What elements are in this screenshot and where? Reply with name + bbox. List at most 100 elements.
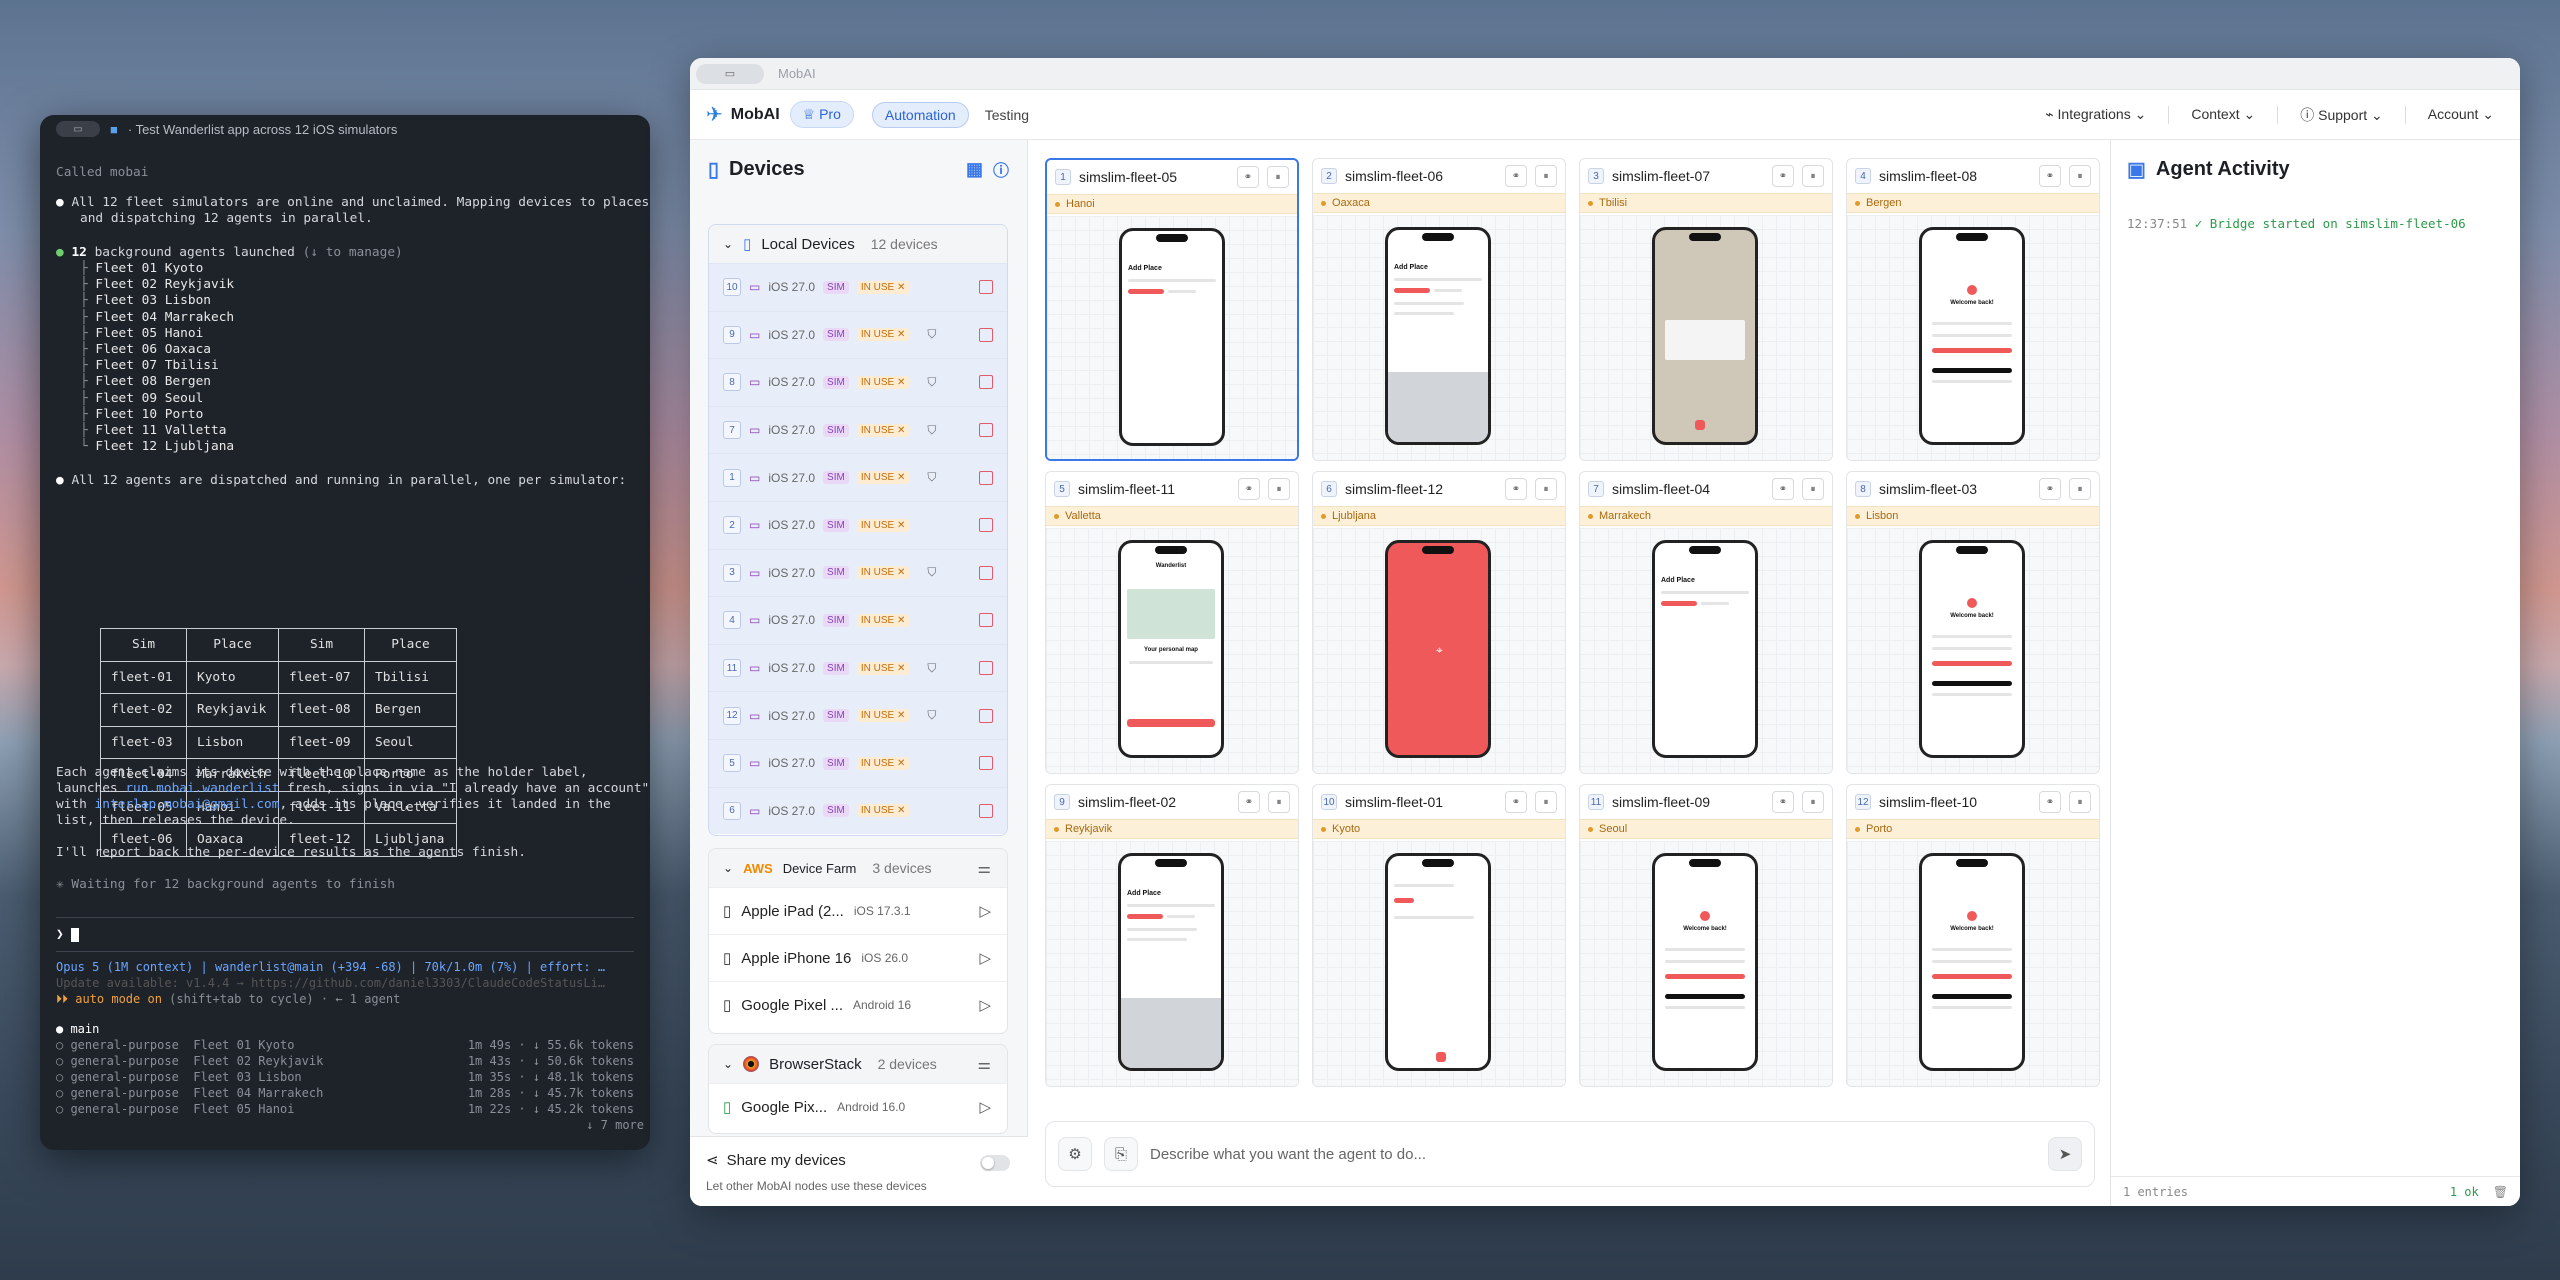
in-use-badge[interactable]: IN USE ✕ — [856, 328, 910, 342]
select-checkbox[interactable] — [979, 803, 993, 818]
support-menu[interactable]: ⓘ Support ⌄ — [2300, 105, 2383, 125]
tab-automation[interactable]: Automation — [871, 101, 969, 128]
select-checkbox[interactable] — [979, 470, 993, 485]
in-use-badge[interactable]: IN USE ✕ — [856, 709, 910, 723]
play-icon[interactable]: ▷ — [979, 949, 991, 967]
phone-screen[interactable]: Welcome back! — [1919, 853, 2025, 1071]
account-menu[interactable]: Account ⌄ — [2428, 106, 2494, 123]
phone-screen[interactable]: Add Place — [1652, 540, 1758, 758]
select-checkbox[interactable] — [979, 565, 993, 580]
local-device-row[interactable]: 8 ▭ iOS 27.0 SIM IN USE ✕ ⛉ — [709, 358, 1007, 406]
main-agent[interactable]: ● main — [56, 1021, 99, 1037]
local-device-row[interactable]: 7 ▭ iOS 27.0 SIM IN USE ✕ ⛉ — [709, 405, 1007, 454]
link-icon[interactable]: ⚭ — [1772, 165, 1794, 187]
link-icon[interactable]: ⚭ — [1772, 478, 1794, 500]
cloud-device-row[interactable]: ▯ Apple iPad (2... iOS 17.3.1 ▷ — [709, 887, 1007, 934]
in-use-badge[interactable]: IN USE ✕ — [856, 661, 910, 675]
device-card[interactable]: 6 simslim-fleet-12 ⚭ ⏸ Ljubljana ⌖ — [1312, 471, 1566, 774]
pause-icon[interactable]: ⏸ — [1802, 478, 1824, 500]
url-link[interactable]: run.mobai.wanderlist — [125, 781, 279, 796]
select-checkbox[interactable] — [979, 661, 993, 676]
window-button[interactable]: ▭ — [696, 63, 764, 84]
phone-screen[interactable]: Add Place — [1118, 853, 1224, 1071]
select-checkbox[interactable] — [979, 423, 993, 438]
in-use-badge[interactable]: IN USE ✕ — [856, 423, 910, 437]
tab-testing[interactable]: Testing — [973, 103, 1041, 127]
local-device-row[interactable]: 10 ▭ iOS 27.0 SIM IN USE ✕ — [709, 263, 1007, 311]
play-icon[interactable]: ▷ — [979, 902, 991, 920]
pause-icon[interactable]: ⏸ — [2069, 791, 2091, 813]
local-device-row[interactable]: 12 ▭ iOS 27.0 SIM IN USE ✕ ⛉ — [709, 691, 1007, 739]
in-use-badge[interactable]: IN USE ✕ — [856, 804, 910, 818]
local-device-row[interactable]: 5 ▭ iOS 27.0 SIM IN USE ✕ — [709, 738, 1007, 787]
pause-icon[interactable]: ⏸ — [1802, 165, 1824, 187]
settings-icon[interactable]: ⚙ — [1058, 1137, 1092, 1171]
phone-screen[interactable]: Welcome back! — [1919, 227, 2025, 445]
help-icon[interactable]: ⓘ — [993, 157, 1009, 181]
local-device-row[interactable]: 1 ▭ iOS 27.0 SIM IN USE ✕ ⛉ — [709, 453, 1007, 501]
device-card[interactable]: 11 simslim-fleet-09 ⚭ ⏸ Seoul Welcome back! — [1579, 784, 1833, 1087]
window-button[interactable]: ▭ — [56, 121, 100, 137]
send-icon[interactable]: ➤ — [2048, 1137, 2082, 1171]
pause-icon[interactable]: ⏸ — [1267, 166, 1289, 188]
cloud-device-row[interactable]: ▯ Google Pixel ... Android 16 ▷ — [709, 981, 1007, 1028]
filter-icon[interactable]: ⚌ — [978, 1055, 991, 1073]
select-checkbox[interactable] — [979, 375, 993, 390]
prompt-input[interactable]: ❯ — [56, 927, 80, 943]
phone-screen[interactable]: Wanderlist Your personal map — [1118, 540, 1224, 758]
device-card[interactable]: 10 simslim-fleet-01 ⚭ ⏸ Kyoto — [1312, 784, 1566, 1087]
phone-screen[interactable] — [1652, 227, 1758, 445]
local-device-row[interactable]: 2 ▭ iOS 27.0 SIM IN USE ✕ — [709, 500, 1007, 549]
select-checkbox[interactable] — [979, 518, 993, 533]
grid-view-icon[interactable]: ▦ — [966, 159, 983, 180]
device-card[interactable]: 4 simslim-fleet-08 ⚭ ⏸ Bergen Welcome back! — [1846, 158, 2100, 461]
local-device-row[interactable]: 6 ▭ iOS 27.0 SIM IN USE ✕ — [709, 786, 1007, 835]
device-card[interactable]: 1 simslim-fleet-05 ⚭ ⏸ Hanoi Add Place — [1045, 158, 1299, 461]
agent-row[interactable]: ○ general-purpose Fleet 02 Reykjavik 1m 4… — [56, 1053, 634, 1069]
link-icon[interactable]: ⚭ — [1505, 165, 1527, 187]
phone-screen[interactable]: Welcome back! — [1652, 853, 1758, 1071]
phone-screen[interactable]: ⌖ — [1385, 540, 1491, 758]
device-card[interactable]: 8 simslim-fleet-03 ⚭ ⏸ Lisbon Welcome back! — [1846, 471, 2100, 774]
filter-icon[interactable]: ⚌ — [978, 859, 991, 877]
aws-header[interactable]: ⌄ AWS Device Farm 3 devices ⚌ — [709, 849, 1007, 887]
select-checkbox[interactable] — [979, 756, 993, 771]
in-use-badge[interactable]: IN USE ✕ — [856, 566, 910, 580]
in-use-badge[interactable]: IN USE ✕ — [856, 613, 910, 627]
context-menu[interactable]: Context ⌄ — [2191, 106, 2255, 123]
link-icon[interactable]: ⚭ — [2039, 478, 2061, 500]
browserstack-header[interactable]: ⌄ BrowserStack 2 devices ⚌ — [709, 1045, 1007, 1083]
device-card[interactable]: 12 simslim-fleet-10 ⚭ ⏸ Porto Welcome back! — [1846, 784, 2100, 1087]
link-icon[interactable]: ⚭ — [1238, 478, 1260, 500]
in-use-badge[interactable]: IN USE ✕ — [856, 518, 910, 532]
select-checkbox[interactable] — [979, 280, 993, 295]
link-icon[interactable]: ⚭ — [1772, 791, 1794, 813]
terminal-window[interactable]: ▭ ■ · Test Wanderlist app across 12 iOS … — [40, 115, 650, 1150]
pause-icon[interactable]: ⏸ — [2069, 165, 2091, 187]
agent-row[interactable]: ○ general-purpose Fleet 04 Marrakech 1m 2… — [56, 1085, 634, 1101]
link-icon[interactable]: ⚭ — [2039, 791, 2061, 813]
local-device-row[interactable]: 11 ▭ iOS 27.0 SIM IN USE ✕ ⛉ — [709, 643, 1007, 692]
pause-icon[interactable]: ⏸ — [1268, 478, 1290, 500]
in-use-badge[interactable]: IN USE ✕ — [856, 375, 910, 389]
link-icon[interactable]: ⚭ — [1237, 166, 1259, 188]
email-link[interactable]: interlap.mobai@gmail.com — [95, 797, 280, 812]
phone-screen[interactable]: Add Place — [1119, 228, 1225, 446]
pro-badge[interactable]: ♕ Pro — [789, 101, 854, 128]
link-icon[interactable]: ⚭ — [1238, 791, 1260, 813]
phone-screen[interactable] — [1385, 853, 1491, 1071]
device-card[interactable]: 9 simslim-fleet-02 ⚭ ⏸ Reykjavik Add Place — [1045, 784, 1299, 1087]
attach-icon[interactable]: ⎘ — [1104, 1137, 1138, 1171]
in-use-badge[interactable]: IN USE ✕ — [856, 280, 910, 294]
in-use-badge[interactable]: IN USE ✕ — [856, 471, 910, 485]
local-device-row[interactable]: 3 ▭ iOS 27.0 SIM IN USE ✕ ⛉ — [709, 548, 1007, 597]
pause-icon[interactable]: ⏸ — [1535, 791, 1557, 813]
cloud-device-row[interactable]: ▯ Google Pix... Android 16.0 ▷ — [709, 1083, 1007, 1130]
in-use-badge[interactable]: IN USE ✕ — [856, 756, 910, 770]
agent-row[interactable]: ○ general-purpose Fleet 05 Hanoi 1m 22s ·… — [56, 1101, 634, 1117]
play-icon[interactable]: ▷ — [979, 1098, 991, 1116]
device-card[interactable]: 5 simslim-fleet-11 ⚭ ⏸ Valletta Wanderlist You… — [1045, 471, 1299, 774]
share-toggle[interactable] — [980, 1155, 1010, 1171]
phone-screen[interactable]: Welcome back! — [1919, 540, 2025, 758]
link-icon[interactable]: ⚭ — [1505, 791, 1527, 813]
